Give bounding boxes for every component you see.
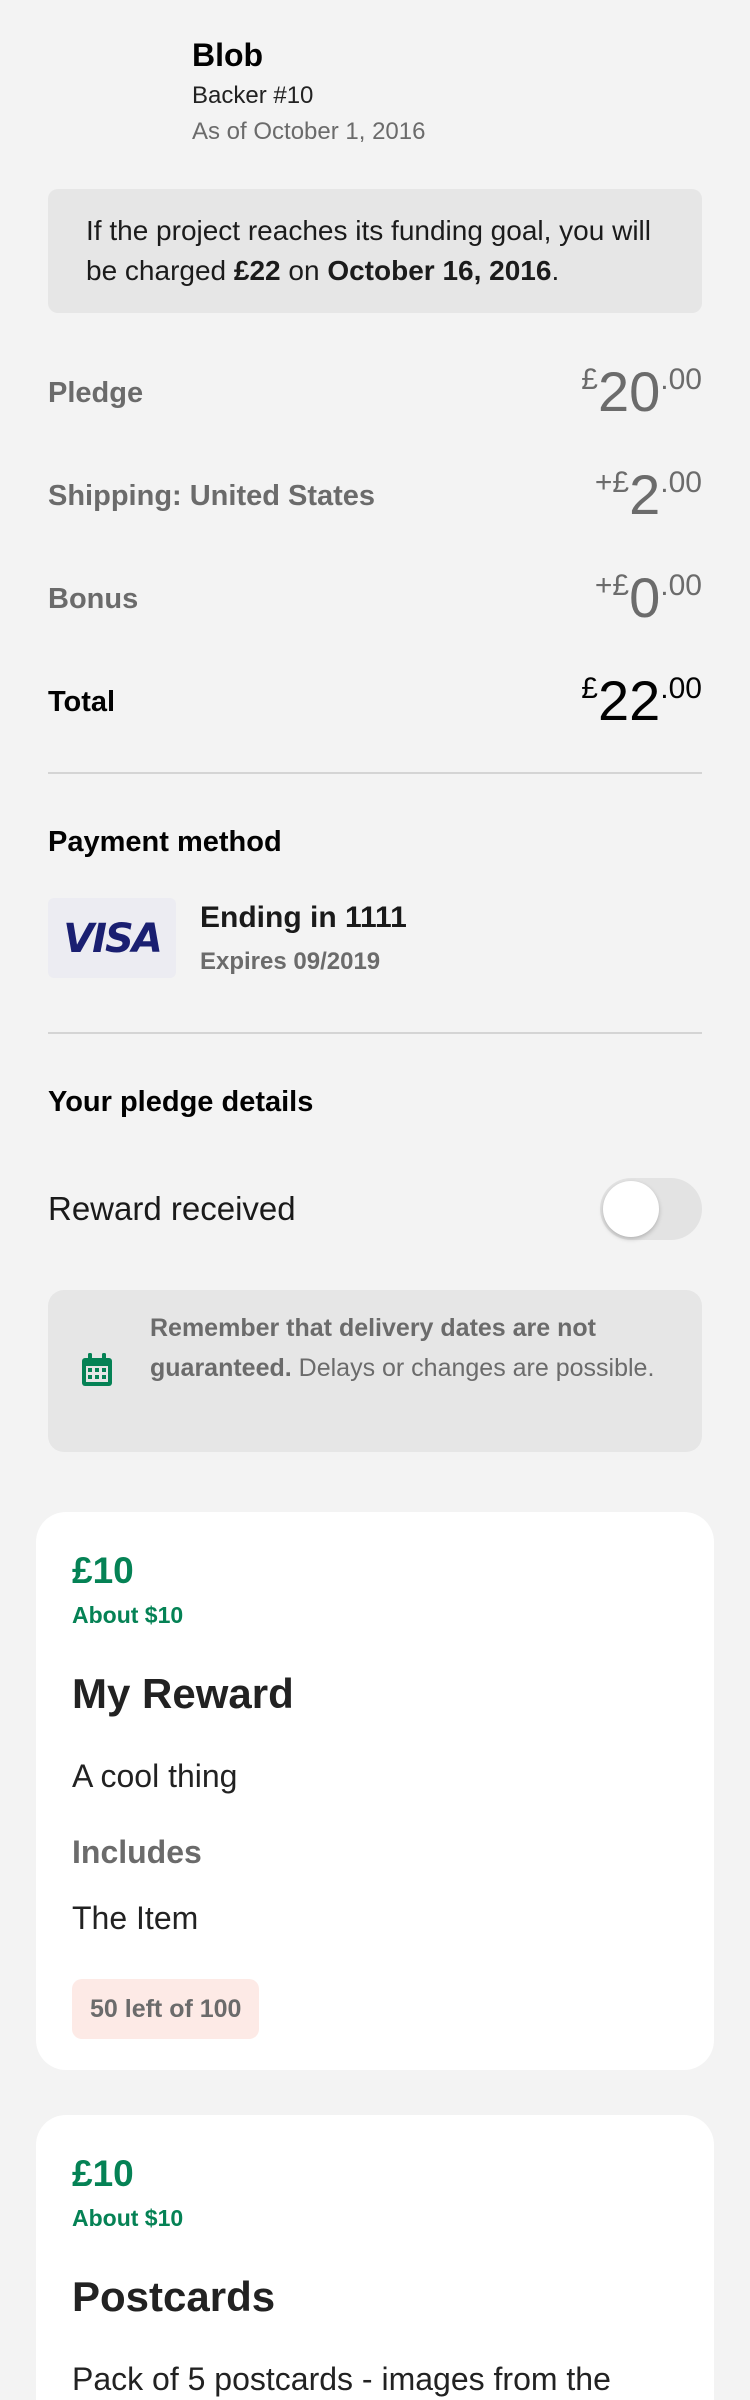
charge-notice-period: .	[551, 255, 560, 286]
total-whole: 22	[597, 669, 661, 732]
pledge-whole: 20	[597, 360, 661, 423]
reward-converted-price: About $10	[72, 2205, 184, 2231]
pledge-row: Pledge £20.00	[48, 350, 702, 420]
bonus-label: Bonus	[48, 583, 139, 615]
total-decimal: .00	[660, 672, 702, 705]
calendar-icon	[82, 1353, 112, 1386]
visa-card-logo: VISA	[48, 898, 176, 978]
card-expiry: Expires 09/2019	[200, 948, 381, 975]
pledge-amount: £20.00	[581, 363, 702, 420]
delivery-notice-rest: Delays or changes are possible.	[291, 1354, 655, 1382]
reward-description: Pack of 5 postcards - images from the	[72, 2361, 611, 2397]
shipping-row: Shipping: United States +£2.00	[48, 453, 702, 523]
reward-price: £10	[72, 1550, 134, 1591]
pledge-details-title: Your pledge details	[48, 1086, 314, 1118]
bonus-row: Bonus +£0.00	[48, 556, 702, 626]
shipping-amount: +£2.00	[595, 466, 702, 523]
card-ending: Ending in 1111	[200, 901, 407, 934]
charge-date: October 16, 2016	[327, 255, 552, 286]
pledge-screen: Blob Backer #10 As of October 1, 2016 If…	[0, 0, 750, 2400]
reward-description: A cool thing	[72, 1758, 238, 1794]
charge-notice-banner: If the project reaches its funding goal,…	[48, 189, 702, 313]
include-item: The Item	[72, 1900, 199, 1936]
reward-converted-price: About $10	[72, 1602, 184, 1628]
backer-date: As of October 1, 2016	[192, 118, 426, 145]
delivery-notice-text: Remember that delivery dates are not gua…	[150, 1308, 670, 1388]
shipping-currency: +£	[594, 466, 630, 499]
divider	[48, 1032, 702, 1034]
reward-title: Postcards	[72, 2273, 276, 2320]
total-amount: £22.00	[581, 672, 702, 729]
payment-method-title: Payment method	[48, 826, 282, 858]
bonus-whole: 0	[629, 566, 661, 629]
shipping-decimal: .00	[660, 466, 702, 499]
backer-header: Blob Backer #10 As of October 1, 2016	[192, 34, 425, 148]
reward-card[interactable]: £10 About $10 Postcards Pack of 5 postca…	[36, 2115, 714, 2400]
includes-label: Includes	[72, 1834, 202, 1870]
delivery-notice: Remember that delivery dates are not gua…	[48, 1290, 702, 1452]
pledge-decimal: .00	[660, 363, 702, 396]
total-currency: £	[581, 672, 598, 705]
pledge-label: Pledge	[48, 377, 144, 409]
backer-name: Blob	[192, 37, 264, 73]
reward-card[interactable]: £10 About $10 My Reward A cool thing Inc…	[36, 1512, 714, 2070]
reward-price: £10	[72, 2153, 134, 2194]
bonus-decimal: .00	[660, 569, 702, 602]
toggle-knob	[603, 1181, 659, 1237]
charge-amount: £22	[233, 255, 281, 286]
shipping-whole: 2	[629, 463, 661, 526]
reward-received-label: Reward received	[48, 1190, 296, 1227]
card-brand-text: VISA	[63, 916, 161, 960]
visa-logo-icon: VISA	[63, 916, 163, 960]
divider	[48, 772, 702, 774]
shipping-label: Shipping: United States	[48, 480, 376, 512]
reward-received-toggle[interactable]	[600, 1178, 702, 1240]
limit-badge: 50 left of 100	[72, 1979, 260, 2039]
reward-title: My Reward	[72, 1670, 294, 1717]
pledge-currency: £	[581, 363, 598, 396]
total-label: Total	[48, 686, 116, 718]
bonus-amount: +£0.00	[595, 569, 702, 626]
charge-notice-connector: on	[280, 255, 328, 286]
bonus-currency: +£	[594, 569, 630, 602]
backer-number: Backer #10	[192, 82, 314, 109]
total-row: Total £22.00	[48, 659, 702, 729]
